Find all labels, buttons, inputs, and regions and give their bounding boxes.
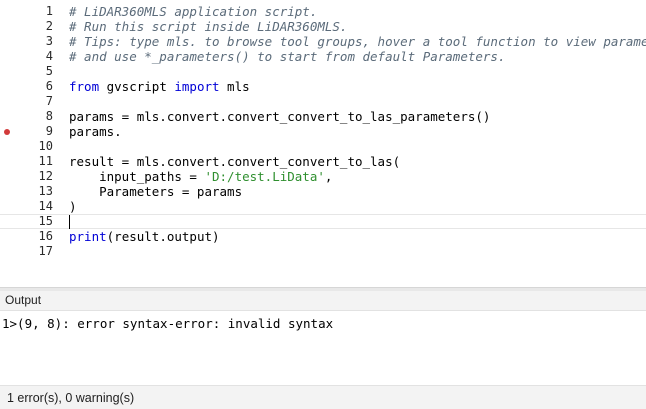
line-number: 4 xyxy=(45,49,53,63)
code-text: result = mls.convert.convert_convert_to_… xyxy=(69,154,400,169)
code-token: params. xyxy=(69,124,122,139)
string-token: 'D:/test.LiData' xyxy=(204,169,325,184)
code-line[interactable]: 4 # and use *_parameters() to start from … xyxy=(0,49,646,64)
text-caret xyxy=(69,215,70,229)
code-line[interactable]: 17 xyxy=(0,244,646,259)
line-number: 1 xyxy=(45,4,53,18)
keyword-token: print xyxy=(69,229,107,244)
code-line[interactable]: 14) xyxy=(0,199,646,214)
code-line[interactable]: 8 params = mls.convert.convert_convert_to… xyxy=(0,109,646,124)
line-number: 16 xyxy=(38,229,53,243)
code-line[interactable]: 16 print(result.output) xyxy=(0,229,646,244)
line-number: 11 xyxy=(38,154,53,168)
code-token: input_paths = xyxy=(69,169,205,184)
comment-token: # LiDAR360MLS application script. xyxy=(69,4,318,19)
line-number: 13 xyxy=(38,184,53,198)
line-number: 6 xyxy=(45,79,53,93)
keyword-token: from xyxy=(69,79,100,94)
code-token: gvscript xyxy=(99,79,175,94)
line-number: 8 xyxy=(45,109,53,123)
code-token: result = mls.convert.convert_convert_to_… xyxy=(69,154,401,169)
code-line[interactable]: 2 # Run this script inside LiDAR360MLS. xyxy=(0,19,646,34)
code-editor[interactable]: 1 # LiDAR360MLS application script. 2 # Run… xyxy=(0,0,646,287)
code-token: ) xyxy=(69,199,77,214)
code-line[interactable]: 13 Parameters = params xyxy=(0,184,646,199)
code-text: from gvscript import mls xyxy=(69,79,250,94)
comment-token: # and use *_parameters() to start from d… xyxy=(69,49,506,64)
line-number: 2 xyxy=(45,19,53,33)
code-token: , xyxy=(324,169,333,184)
code-line[interactable]: 1 # LiDAR360MLS application script. xyxy=(0,4,646,19)
code-token: Parameters = params xyxy=(69,184,243,199)
code-token: (result.output) xyxy=(106,229,220,244)
code-text: # Tips: type mls. to browse tool groups,… xyxy=(69,34,646,49)
code-text: # Run this script inside LiDAR360MLS. xyxy=(69,19,347,34)
code-text: # LiDAR360MLS application script. xyxy=(69,4,317,19)
output-panel-title: Output xyxy=(5,293,42,307)
code-line[interactable]: 9 params. xyxy=(0,124,646,139)
code-text: params. xyxy=(69,124,122,139)
line-number: 15 xyxy=(38,214,53,228)
line-number: 5 xyxy=(45,64,53,78)
code-text: params = mls.convert.convert_convert_to_… xyxy=(69,109,490,124)
line-number: 7 xyxy=(45,94,53,108)
output-panel-header: Output xyxy=(0,291,646,311)
breakpoint-marker-icon[interactable] xyxy=(4,129,10,135)
code-text: ) xyxy=(69,199,77,214)
error-summary: 1 error(s), 0 warning(s) xyxy=(7,391,135,405)
code-line[interactable]: 15 xyxy=(0,214,646,229)
code-text: Parameters = params xyxy=(69,184,242,199)
code-line[interactable]: 11 result = mls.convert.convert_convert_t… xyxy=(0,154,646,169)
code-line[interactable]: 7 xyxy=(0,94,646,109)
comment-token: # Run this script inside LiDAR360MLS. xyxy=(69,19,348,34)
code-line[interactable]: 5 xyxy=(0,64,646,79)
code-line[interactable]: 10 xyxy=(0,139,646,154)
code-text: print(result.output) xyxy=(69,229,220,244)
code-line[interactable]: 6 from gvscript import mls xyxy=(0,79,646,94)
code-line[interactable]: 12 input_paths = 'D:/test.LiData', xyxy=(0,169,646,184)
code-token: mls xyxy=(219,79,250,94)
line-number: 3 xyxy=(45,34,53,48)
comment-token: # Tips: type mls. to browse tool groups,… xyxy=(69,34,646,49)
line-number: 12 xyxy=(38,169,53,183)
code-token: params = mls.convert.convert_convert_to_… xyxy=(69,109,491,124)
code-text: # and use *_parameters() to start from d… xyxy=(69,49,506,64)
line-number: 17 xyxy=(38,244,53,258)
line-number: 14 xyxy=(38,199,53,213)
output-panel[interactable]: 1>(9, 8): error syntax-error: invalid sy… xyxy=(0,311,646,385)
code-line[interactable]: 3 # Tips: type mls. to browse tool groups… xyxy=(0,34,646,49)
status-bar: 1 error(s), 0 warning(s) xyxy=(0,385,646,409)
keyword-token: import xyxy=(174,79,220,94)
code-text: input_paths = 'D:/test.LiData', xyxy=(69,169,332,184)
line-number: 10 xyxy=(38,139,53,153)
output-line: 1>(9, 8): error syntax-error: invalid sy… xyxy=(2,316,334,331)
